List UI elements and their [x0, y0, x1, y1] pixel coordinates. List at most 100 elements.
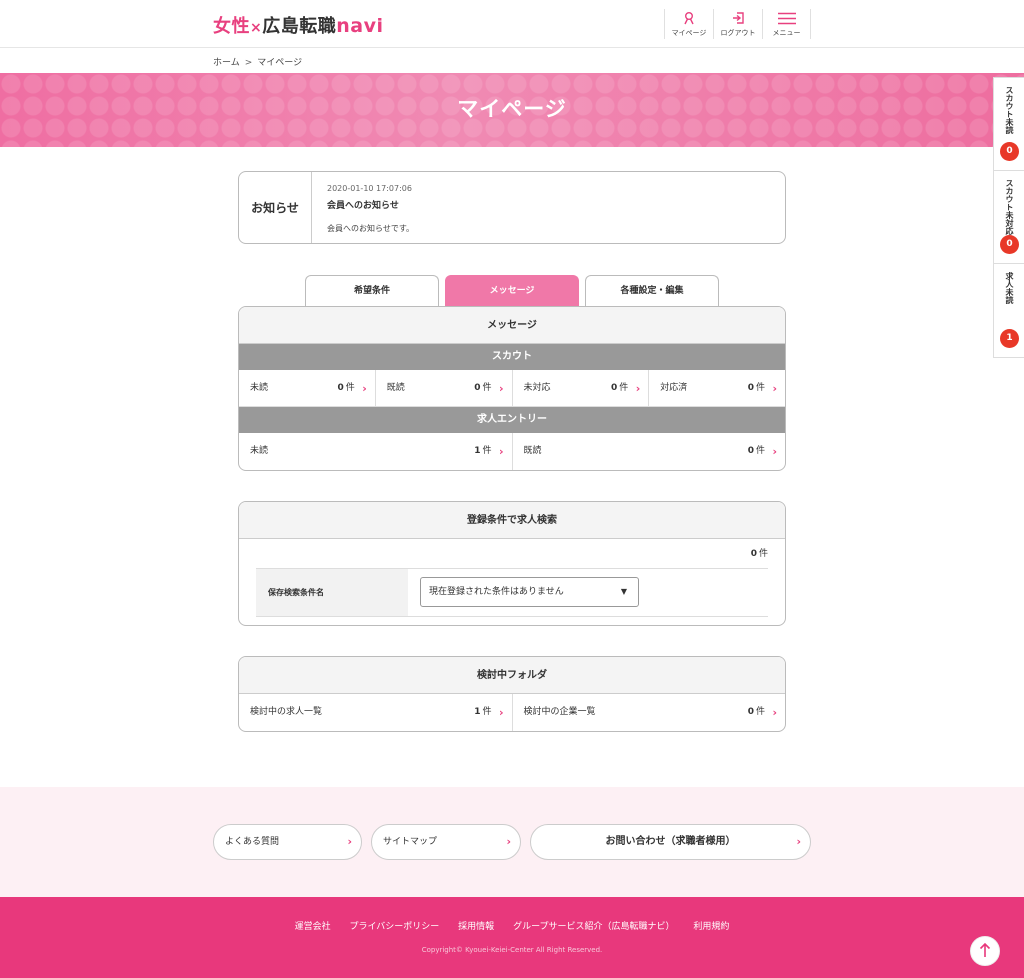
chevron-right-icon: › [498, 445, 504, 458]
messages-panel: メッセージ スカウト 未読 0件 › 既読 0件 › 未対応 0件 › 対応済 … [238, 306, 786, 471]
logo-text-hiroshima: 広島転職 [262, 16, 337, 37]
chevron-right-icon: › [772, 382, 777, 395]
faq-label: よくある質問 [225, 837, 280, 847]
count-badge: 0 [1000, 142, 1019, 161]
saved-search-field: 現在登録された条件はありません ▼ [408, 569, 768, 616]
search-title: 登録条件で求人検索 [239, 502, 785, 539]
footer-link-company[interactable]: 運営会社 [295, 922, 331, 932]
contact-link[interactable]: お問い合わせ（求職者様用） › [530, 824, 811, 860]
chevron-right-icon: › [796, 835, 801, 848]
menu-label: メニュー [772, 29, 801, 37]
site-logo[interactable]: 女性×広島転職navi [213, 12, 383, 38]
scout-read-link[interactable]: 既読 0件 › [376, 370, 513, 406]
breadcrumb-separator: > [244, 58, 253, 68]
search-body: 0件 保存検索条件名 現在登録された条件はありません ▼ [239, 539, 785, 617]
tab-settings[interactable]: 各種設定・編集 [585, 275, 719, 306]
search-result-count: 0件 [256, 539, 768, 569]
count-value: 0 [337, 383, 344, 393]
back-to-top-button[interactable] [970, 936, 1000, 966]
saved-jobs-link[interactable]: 検討中の求人一覧 1件 › [239, 694, 513, 731]
scout-unread-link[interactable]: 未読 0件 › [239, 370, 376, 406]
scout-unhandled-link[interactable]: 未対応 0件 › [513, 370, 650, 406]
folder-row: 検討中の求人一覧 1件 › 検討中の企業一覧 0件 › [239, 694, 785, 731]
count-value: 0 [747, 446, 754, 456]
scout-handled-link[interactable]: 対応済 0件 › [649, 370, 785, 406]
saved-companies-link[interactable]: 検討中の企業一覧 0件 › [513, 694, 786, 731]
logout-button[interactable]: ログアウト [713, 9, 762, 39]
count-unit: 件 [482, 446, 492, 456]
cell-label: 未読 [250, 383, 269, 393]
count-unit: 件 [755, 383, 765, 393]
sitemap-link[interactable]: サイトマップ › [371, 824, 521, 860]
count-value: 0 [474, 383, 481, 393]
entry-row: 未読 1件 › 既読 0件 › [239, 433, 785, 470]
logout-label: ログアウト [720, 29, 756, 37]
count-unit: 件 [755, 446, 765, 456]
notice-label: お知らせ [239, 172, 312, 243]
chevron-right-icon: › [498, 382, 504, 395]
footer-link-recruit[interactable]: 採用情報 [458, 922, 494, 932]
notice-title[interactable]: 会員へのお知らせ [327, 198, 414, 211]
count-unit: 件 [619, 383, 629, 393]
footer-link-terms[interactable]: 利用規約 [693, 922, 729, 932]
saved-search-label: 保存検索条件名 [256, 569, 408, 616]
count-value: 1 [474, 707, 481, 717]
side-tab-label: スカウト未読 [1005, 86, 1014, 134]
faq-link[interactable]: よくある質問 › [213, 824, 362, 860]
cell-label: 検討中の求人一覧 [250, 707, 323, 717]
breadcrumb-home[interactable]: ホーム [213, 58, 240, 68]
cell-label: 未読 [250, 446, 269, 456]
notice-text: 会員へのお知らせです。 [327, 224, 415, 233]
side-tab-scout-unread[interactable]: スカウト未読 0 [994, 78, 1024, 171]
site-header: 女性×広島転職navi マイページ ログアウト メニュー [0, 0, 1024, 48]
caret-down-icon: ▼ [620, 587, 627, 596]
menu-button[interactable]: メニュー [762, 9, 811, 39]
footer-nav: 運営会社 プライバシーポリシー 採用情報 グループサービス紹介（広島転職ナビ） … [0, 919, 1024, 932]
notice-date: 2020-01-10 17:07:06 [327, 184, 412, 193]
cell-count: 0件 [474, 370, 491, 407]
cell-count: 0件 [748, 694, 765, 731]
cell-count: 1件 [474, 694, 491, 731]
count-value: 0 [747, 383, 754, 393]
arrow-up-icon [979, 942, 991, 961]
folder-panel: 検討中フォルダ 検討中の求人一覧 1件 › 検討中の企業一覧 0件 › [238, 656, 786, 732]
saved-search-row: 保存検索条件名 現在登録された条件はありません ▼ [256, 569, 768, 617]
header-nav: マイページ ログアウト メニュー [664, 9, 811, 39]
count-value: 1 [474, 446, 481, 456]
hamburger-menu-icon [777, 9, 796, 27]
count-unit: 件 [345, 383, 355, 393]
side-tabs: スカウト未読 0 スカウト未対応 0 求人未読 1 [993, 77, 1024, 358]
chevron-right-icon: › [498, 706, 504, 719]
side-tab-scout-unhandled[interactable]: スカウト未対応 0 [994, 171, 1024, 264]
notice-body: 2020-01-10 17:07:06 会員へのお知らせ 会員へのお知らせです。 [312, 172, 429, 243]
chevron-right-icon: › [635, 382, 641, 395]
mypage-button[interactable]: マイページ [664, 9, 713, 39]
chevron-right-icon: › [362, 382, 367, 395]
side-tab-label: 求人未読 [1005, 272, 1014, 304]
tab-messages[interactable]: メッセージ [445, 275, 579, 306]
copyright: Copyright© Kyouei-Keiei-Center All Right… [421, 946, 603, 954]
entry-section-title: 求人エントリー [239, 407, 785, 433]
footer-link-group[interactable]: グループサービス紹介（広島転職ナビ） [513, 922, 674, 932]
entry-read-link[interactable]: 既読 0件 › [513, 433, 786, 470]
folder-title: 検討中フォルダ [239, 657, 785, 694]
logo-text-women: 女性 [213, 16, 250, 37]
side-tab-job-unread[interactable]: 求人未読 1 [994, 264, 1024, 357]
mypage-label: マイページ [671, 29, 707, 37]
cell-count: 1件 [474, 433, 491, 470]
count-unit: 件 [755, 707, 765, 717]
chevron-right-icon: › [772, 706, 777, 719]
cell-label: 既読 [386, 383, 405, 393]
page-title: マイページ [457, 97, 567, 121]
count-value: 0 [610, 383, 618, 393]
count-value: 0 [747, 707, 754, 717]
entry-unread-link[interactable]: 未読 1件 › [239, 433, 513, 470]
count-unit: 件 [482, 707, 492, 717]
footer-link-privacy[interactable]: プライバシーポリシー [349, 922, 439, 932]
sitemap-label: サイトマップ [383, 837, 438, 847]
cell-label: 未対応 [523, 383, 551, 393]
saved-search-panel: 登録条件で求人検索 0件 保存検索条件名 現在登録された条件はありません ▼ [238, 501, 786, 626]
logo-text-navi: navi [336, 15, 384, 37]
tab-preferences[interactable]: 希望条件 [305, 275, 439, 306]
saved-search-select[interactable]: 現在登録された条件はありません ▼ [420, 577, 639, 607]
